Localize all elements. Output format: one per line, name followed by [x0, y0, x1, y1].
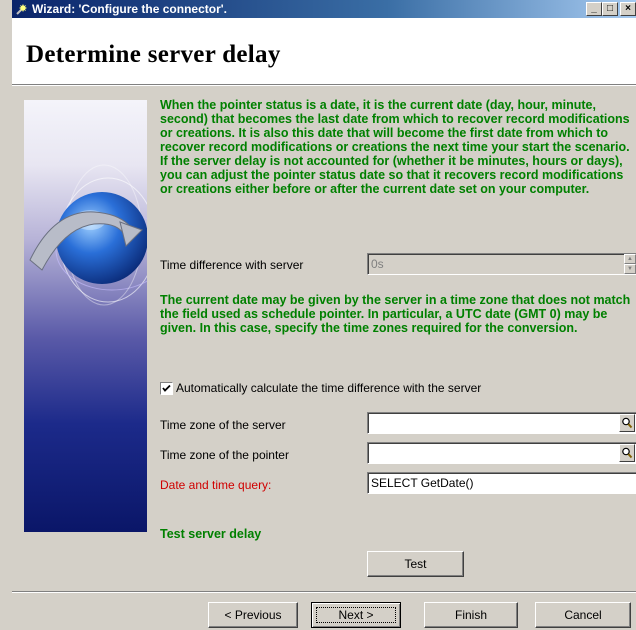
finish-button[interactable]: Finish: [424, 602, 518, 628]
spin-arrows-icon[interactable]: ▲ ▼: [624, 254, 636, 274]
pointer-timezone-lookup-button[interactable]: [619, 444, 635, 462]
title-bar[interactable]: Wizard: 'Configure the connector'. _ □ ×: [12, 0, 636, 18]
date-query-field[interactable]: SELECT GetDate(): [367, 472, 636, 494]
timezone-text: The current date may be given by the ser…: [160, 293, 631, 335]
magnifier-icon: [622, 417, 633, 429]
wizard-header: Determine server delay: [12, 18, 636, 84]
window-title: Wizard: 'Configure the connector'.: [32, 2, 227, 16]
cancel-button-label: Cancel: [564, 608, 602, 622]
maximize-button[interactable]: □: [602, 2, 618, 16]
wizard-side-image: [24, 100, 147, 532]
maximize-icon: □: [606, 3, 614, 14]
time-difference-field[interactable]: 0s ▲ ▼: [367, 253, 636, 275]
spin-up-button[interactable]: ▲: [624, 254, 636, 264]
close-icon: ×: [625, 3, 631, 14]
test-button[interactable]: Test: [367, 551, 464, 577]
date-query-value: SELECT GetDate(): [371, 476, 474, 490]
wizard-window: Wizard: 'Configure the connector'. _ □ ×…: [12, 0, 636, 630]
intro-text: When the pointer status is a date, it is…: [160, 98, 630, 196]
server-timezone-lookup-button[interactable]: [619, 414, 635, 432]
minimize-button[interactable]: _: [586, 2, 602, 16]
time-difference-value: 0s: [371, 257, 384, 271]
minimize-icon: _: [591, 3, 597, 14]
test-section-title: Test server delay: [160, 527, 262, 541]
date-query-label: Date and time query:: [160, 478, 272, 492]
pointer-timezone-field[interactable]: [367, 442, 636, 464]
next-button-label: Next >: [338, 608, 374, 622]
time-difference-label: Time difference with server: [160, 258, 304, 272]
auto-calc-checkbox[interactable]: [160, 382, 173, 395]
server-timezone-label: Time zone of the server: [160, 418, 286, 432]
previous-button[interactable]: < Previous: [208, 602, 298, 628]
page-title: Determine server delay: [26, 41, 281, 68]
header-divider: [12, 84, 636, 86]
previous-button-label: < Previous: [224, 608, 282, 622]
next-button[interactable]: Next >: [311, 602, 401, 628]
close-button[interactable]: ×: [620, 2, 636, 16]
spin-down-button[interactable]: ▼: [624, 264, 636, 274]
wizard-icon: [16, 3, 28, 15]
test-button-label: Test: [404, 557, 427, 571]
cancel-button[interactable]: Cancel: [535, 602, 631, 628]
pointer-timezone-label: Time zone of the pointer: [160, 448, 289, 462]
magnifier-icon: [622, 447, 633, 459]
checkmark-icon: [162, 384, 171, 392]
footer-divider: [12, 591, 636, 593]
server-timezone-field[interactable]: [367, 412, 636, 434]
auto-calc-label: Automatically calculate the time differe…: [176, 381, 482, 395]
finish-button-label: Finish: [454, 608, 487, 622]
